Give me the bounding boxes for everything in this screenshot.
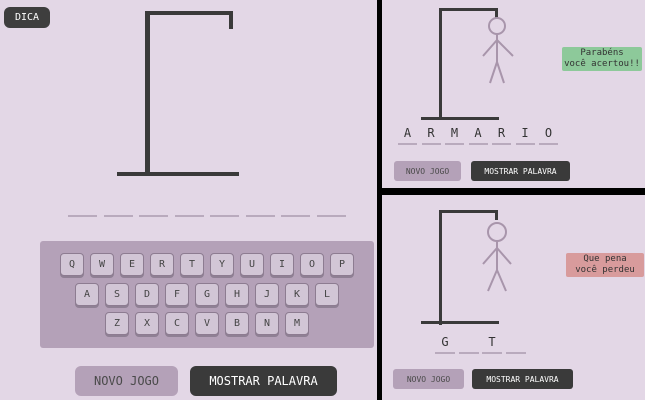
slot-letter: G	[441, 335, 449, 349]
slot-letter: A	[474, 126, 482, 140]
slot-underline	[445, 143, 464, 145]
slot-underline	[458, 352, 479, 354]
letter-slot	[245, 215, 275, 217]
letter-slot	[68, 215, 97, 217]
letter-slot: R	[421, 126, 441, 146]
key-p[interactable]: P	[330, 253, 354, 276]
key-d[interactable]: D	[135, 283, 159, 306]
key-e[interactable]: E	[120, 253, 144, 276]
show-word-button[interactable]: MOSTRAR PALAVRA	[471, 161, 570, 181]
key-s[interactable]: S	[105, 283, 129, 306]
letter-slot	[174, 215, 204, 217]
letter-slot: I	[515, 126, 535, 146]
slot-letter: R	[497, 126, 506, 140]
show-word-button[interactable]: MOSTRAR PALAVRA	[190, 366, 337, 396]
slot-letter: R	[427, 126, 435, 140]
keyboard-row: ZXCVBNM	[40, 312, 374, 335]
letter-slot: A	[398, 126, 417, 146]
slot-underline	[398, 143, 417, 145]
letter-slot: G	[435, 335, 455, 355]
letter-slot: A	[468, 126, 488, 146]
key-w[interactable]: W	[90, 253, 114, 276]
key-z[interactable]: Z	[105, 312, 129, 335]
word-slots: ARMARIO	[398, 126, 568, 148]
key-m[interactable]: M	[285, 312, 309, 335]
key-y[interactable]: Y	[210, 253, 234, 276]
key-g[interactable]: G	[195, 283, 219, 306]
failure-line-2: você perdeu	[575, 265, 635, 275]
slot-underline	[468, 143, 488, 145]
key-l[interactable]: L	[315, 283, 339, 306]
new-game-button[interactable]: NOVO JOGO	[394, 161, 461, 181]
show-word-button[interactable]: MOSTRAR PALAVRA	[472, 369, 573, 389]
key-a[interactable]: A	[75, 283, 99, 306]
failure-message: Que pena você perdeu	[566, 253, 644, 277]
success-line-1: Parabéns	[580, 48, 624, 58]
game-panel-main: DICA QWERTYUIOPASDFGHJKLZXCVBNM NOVO JOG…	[0, 0, 377, 400]
letter-slot: T	[482, 335, 502, 355]
slot-letter: M	[450, 126, 459, 140]
hint-button[interactable]: DICA	[4, 7, 50, 28]
slot-letter: O	[544, 126, 553, 140]
slot-underline	[539, 143, 558, 145]
key-b[interactable]: B	[225, 312, 249, 335]
letter-slot: O	[539, 126, 558, 146]
letter-slot	[316, 215, 346, 217]
key-r[interactable]: R	[150, 253, 174, 276]
key-k[interactable]: K	[285, 283, 309, 306]
key-i[interactable]: I	[270, 253, 294, 276]
success-message: Parabéns você acertou!!	[562, 47, 642, 71]
slot-letter: A	[403, 126, 412, 140]
slot-underline	[435, 352, 455, 354]
key-o[interactable]: O	[300, 253, 324, 276]
game-panel-lose: GT Que pena você perdeu NOVO JOGO MOSTRA…	[382, 195, 645, 400]
letter-slot	[139, 215, 168, 217]
letter-slot	[103, 215, 133, 217]
key-u[interactable]: U	[240, 253, 264, 276]
hangman-figure	[482, 222, 512, 292]
letter-slot	[210, 215, 239, 217]
key-f[interactable]: F	[165, 283, 189, 306]
slot-underline	[492, 143, 511, 145]
hangman-figure	[482, 17, 514, 84]
key-v[interactable]: V	[195, 312, 219, 335]
key-q[interactable]: Q	[60, 253, 84, 276]
new-game-button[interactable]: NOVO JOGO	[393, 369, 464, 389]
key-x[interactable]: X	[135, 312, 159, 335]
slot-underline	[505, 352, 526, 354]
key-h[interactable]: H	[225, 283, 249, 306]
virtual-keyboard: QWERTYUIOP ASDFGHJKL ZXCVBNM	[40, 241, 374, 348]
failure-line-1: Que pena	[583, 254, 627, 264]
letter-slot	[458, 335, 479, 355]
key-n[interactable]: N	[255, 312, 279, 335]
slot-underline	[421, 143, 441, 145]
slot-letter: I	[521, 126, 529, 140]
key-j[interactable]: J	[255, 283, 279, 306]
letter-slot: M	[445, 126, 464, 146]
word-slots	[68, 215, 348, 219]
slot-underline	[482, 352, 502, 354]
slot-underline	[515, 143, 535, 145]
letter-slot	[505, 335, 526, 355]
keyboard-row: ASDFGHJKL	[40, 283, 374, 306]
success-line-2: você acertou!!	[564, 59, 640, 69]
word-slots: GT	[435, 335, 533, 355]
letter-slot	[281, 215, 310, 217]
new-game-button[interactable]: NOVO JOGO	[75, 366, 178, 396]
letter-slot: R	[492, 126, 511, 146]
key-c[interactable]: C	[165, 312, 189, 335]
key-t[interactable]: T	[180, 253, 204, 276]
keyboard-row: QWERTYUIOP	[40, 253, 374, 276]
slot-letter: T	[488, 335, 496, 349]
game-panel-win: A R M A R I O Parabéns você acertou!! NOVO JOG…	[382, 0, 645, 188]
